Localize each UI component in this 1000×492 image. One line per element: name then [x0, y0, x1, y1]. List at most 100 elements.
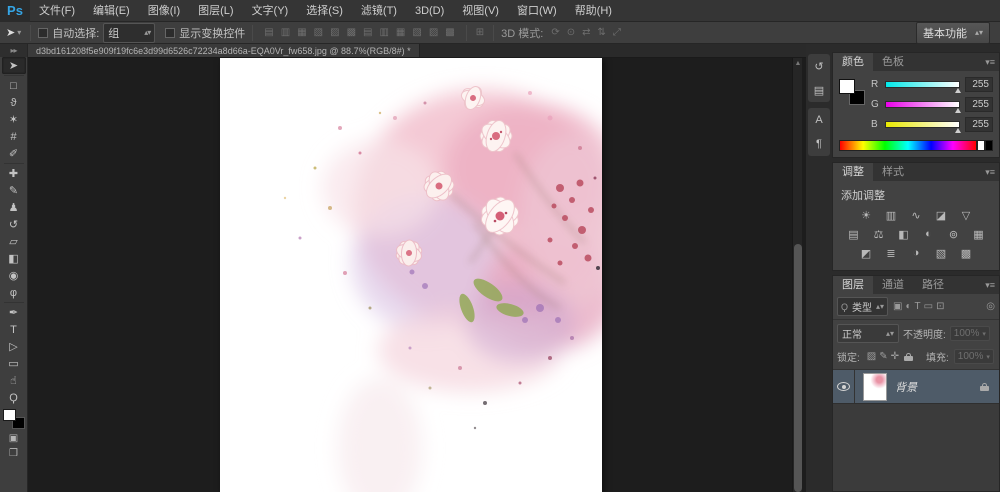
invert-icon[interactable]: ◩	[856, 245, 877, 261]
hue-saturation-icon[interactable]: ▤	[843, 226, 864, 242]
menu-item-5[interactable]: 选择(S)	[297, 0, 352, 22]
menu-item-6[interactable]: 滤镜(T)	[352, 0, 406, 22]
fill-dropdown[interactable]: 100% ▾	[954, 349, 994, 364]
filter-pixel-layers-icon[interactable]: ▣	[893, 301, 902, 312]
white-shortcut-swatch[interactable]	[977, 140, 985, 151]
type-tool[interactable]: T	[2, 321, 26, 338]
align-icon-11[interactable]: ▩	[443, 27, 456, 38]
pen-tool[interactable]: ✒	[2, 304, 26, 321]
channel-slider-b[interactable]	[885, 121, 960, 128]
lock-image-icon[interactable]: ✎	[879, 351, 887, 362]
exposure-icon[interactable]: ◪	[931, 207, 952, 223]
layer-filter-toggle-icon[interactable]: ◎	[986, 301, 995, 312]
scrollbar-thumb[interactable]	[794, 244, 802, 492]
align-icon-7[interactable]: ▥	[377, 27, 390, 38]
threshold-icon[interactable]: ◑	[906, 245, 927, 261]
3d-mode-icon-2[interactable]: ⇄	[580, 27, 592, 38]
gradient-tool[interactable]: ◧	[2, 250, 26, 267]
history-brush-tool[interactable]: ↺	[2, 216, 26, 233]
filter-type-layers-icon[interactable]: T	[915, 301, 921, 312]
opacity-dropdown[interactable]: 100% ▾	[950, 326, 990, 341]
tab-layers[interactable]: 图层	[833, 276, 873, 294]
lock-transparent-icon[interactable]: ▨	[867, 351, 876, 362]
menu-item-7[interactable]: 3D(D)	[406, 0, 453, 22]
eraser-tool[interactable]: ▱	[2, 233, 26, 250]
channel-value[interactable]: 255	[965, 77, 993, 92]
marquee-tool[interactable]: □	[2, 77, 26, 94]
canvas-area[interactable]: ▲	[28, 58, 806, 492]
tool-preset-picker[interactable]: ➤ ▾	[4, 26, 23, 39]
tab-channels[interactable]: 通道	[873, 276, 913, 294]
move-tool[interactable]: ➤	[2, 57, 26, 74]
auto-select-checkbox[interactable]	[38, 28, 48, 38]
shape-tool[interactable]: ▭	[2, 355, 26, 372]
auto-align-layers-icon[interactable]: ⊞	[474, 27, 486, 38]
filter-adjustment-layers-icon[interactable]: ◐	[906, 301, 912, 312]
align-icon-6[interactable]: ▤	[361, 27, 374, 38]
properties-panel-icon[interactable]: ▤	[809, 81, 829, 99]
quick-mask-button[interactable]: ▣	[9, 433, 18, 444]
channel-value[interactable]: 255	[965, 117, 993, 132]
filter-shape-layers-icon[interactable]: ▭	[924, 301, 933, 312]
lock-all-icon[interactable]	[904, 353, 913, 361]
paragraph-panel-icon[interactable]: ¶	[809, 135, 829, 153]
menu-item-3[interactable]: 图层(L)	[189, 0, 242, 22]
auto-select-dropdown[interactable]: 组 ▴▾	[103, 23, 155, 43]
3d-mode-icon-3[interactable]: ⇅	[595, 27, 607, 38]
gradient-map-icon[interactable]: ▧	[931, 245, 952, 261]
menu-item-10[interactable]: 帮助(H)	[566, 0, 621, 22]
channel-mixer-icon[interactable]: ⊚	[943, 226, 964, 242]
align-icon-9[interactable]: ▧	[410, 27, 423, 38]
blur-tool[interactable]: ◉	[2, 267, 26, 284]
photo-filter-icon[interactable]: ◐	[918, 226, 939, 242]
brush-tool[interactable]: ✎	[2, 182, 26, 199]
align-icon-1[interactable]: ▥	[279, 27, 292, 38]
scroll-up-icon[interactable]: ▲	[793, 58, 803, 70]
workspace-switcher[interactable]: 基本功能 ▴▾	[916, 22, 990, 44]
channel-slider-g[interactable]	[885, 101, 960, 108]
foreground-color-swatch[interactable]	[839, 79, 855, 94]
tab-paths[interactable]: 路径	[913, 276, 953, 294]
menu-item-2[interactable]: 图像(I)	[139, 0, 189, 22]
align-icon-4[interactable]: ▨	[328, 27, 341, 38]
slider-knob-icon[interactable]	[955, 108, 961, 113]
clone-stamp-tool[interactable]: ♟	[2, 199, 26, 216]
black-shortcut-swatch[interactable]	[985, 140, 993, 151]
color-lookup-icon[interactable]: ▦	[968, 226, 989, 242]
levels-icon[interactable]: ▥	[881, 207, 902, 223]
dodge-tool[interactable]: φ	[2, 284, 26, 301]
show-transform-checkbox[interactable]	[165, 28, 175, 38]
menu-item-1[interactable]: 编辑(E)	[84, 0, 139, 22]
align-icon-3[interactable]: ▧	[312, 27, 325, 38]
menu-item-0[interactable]: 文件(F)	[30, 0, 84, 22]
align-icon-5[interactable]: ▩	[345, 27, 358, 38]
slider-knob-icon[interactable]	[955, 128, 961, 133]
tab-adjustments[interactable]: 调整	[833, 163, 873, 181]
menu-item-4[interactable]: 文字(Y)	[243, 0, 298, 22]
panel-menu-icon[interactable]: ▾≡	[985, 167, 995, 178]
layer-visibility-toggle[interactable]	[833, 370, 855, 403]
eyedropper-tool[interactable]: ✐	[2, 145, 26, 162]
panel-menu-icon[interactable]: ▾≡	[985, 280, 995, 291]
lasso-tool[interactable]: ϑ	[2, 94, 26, 111]
align-icon-8[interactable]: ▦	[394, 27, 407, 38]
zoom-tool[interactable]: Ϙ	[2, 389, 26, 406]
tab-color[interactable]: 颜色	[833, 53, 873, 71]
vibrance-icon[interactable]: ▽	[956, 207, 977, 223]
open-document[interactable]	[220, 58, 602, 492]
color-balance-icon[interactable]: ⚖	[868, 226, 889, 242]
3d-mode-icon-0[interactable]: ⟳	[549, 27, 561, 38]
path-selection-tool[interactable]: ▷	[2, 338, 26, 355]
document-tab[interactable]: d3bd161208f5e909f19fc6e3d99d6526c72234a8…	[28, 44, 420, 57]
hand-tool[interactable]: ☝	[2, 372, 26, 389]
toolbox-collapse-button[interactable]: ▸▸	[0, 44, 27, 57]
lock-position-icon[interactable]: ✛	[891, 351, 899, 362]
layer-thumbnail[interactable]	[863, 373, 887, 401]
history-panel-icon[interactable]: ↺	[809, 57, 829, 75]
tab-styles[interactable]: 样式	[873, 163, 913, 181]
layer-filter-kind-dropdown[interactable]: Ϙ 类型 ▴▾	[837, 297, 888, 316]
brightness-contrast-icon[interactable]: ☀	[856, 207, 877, 223]
menu-item-9[interactable]: 窗口(W)	[508, 0, 566, 22]
character-panel-icon[interactable]: A	[809, 111, 829, 129]
screen-mode-button[interactable]: ❒	[9, 448, 18, 459]
